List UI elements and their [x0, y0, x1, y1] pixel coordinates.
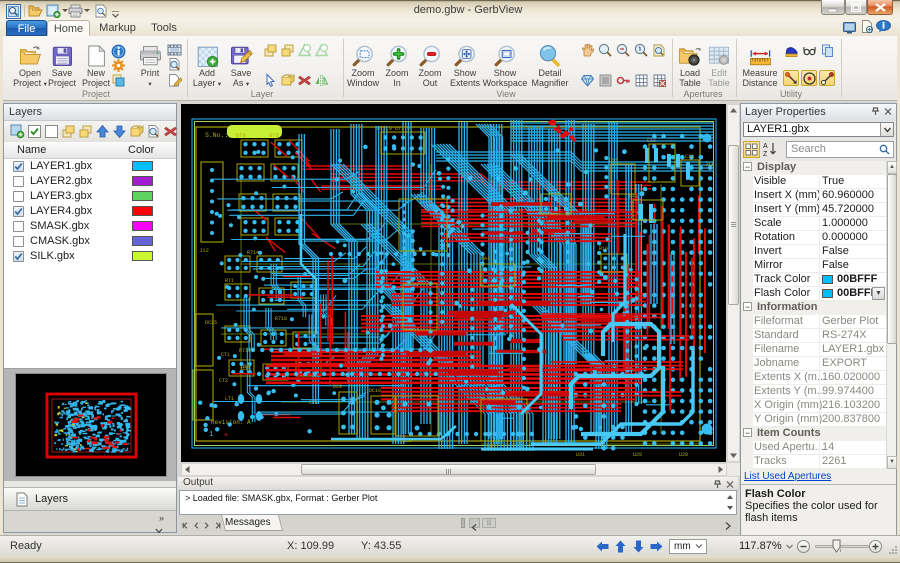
svg-text:S.No.:: S.No.: — [205, 132, 228, 139]
svg-text:U29: U29 — [633, 452, 642, 458]
svg-text:DC9: DC9 — [333, 384, 342, 390]
svg-text:U31: U31 — [576, 452, 585, 458]
svg-text:R714: R714 — [247, 250, 259, 256]
svg-text:CT2: CT2 — [219, 378, 228, 384]
svg-text:R10: R10 — [599, 246, 608, 252]
svg-text:U28: U28 — [679, 452, 688, 458]
svg-text:C13: C13 — [685, 154, 694, 160]
svg-text:1: 1 — [209, 431, 213, 439]
svg-text:DT1.0 DT1.0: DT1.0 DT1.0 — [377, 126, 410, 132]
svg-text:DT6: DT6 — [236, 132, 246, 139]
svg-text:U53: U53 — [241, 364, 250, 370]
svg-text:C16: C16 — [647, 138, 656, 144]
svg-text:R43: R43 — [629, 194, 638, 200]
svg-text:R71: R71 — [225, 278, 234, 284]
svg-text:C15: C15 — [609, 158, 618, 164]
svg-text:J12: J12 — [199, 247, 209, 254]
svg-text:Z: Z — [763, 151, 768, 157]
svg-text:CT1: CT1 — [221, 352, 230, 358]
svg-text:DC25: DC25 — [205, 320, 217, 326]
svg-text:RA1: RA1 — [481, 256, 490, 262]
svg-text:+: + — [224, 432, 228, 440]
svg-text:J11: J11 — [705, 162, 714, 168]
svg-text:R718: R718 — [275, 316, 287, 322]
svg-text:DT5: DT5 — [269, 132, 279, 139]
svg-text:DC10: DC10 — [369, 388, 381, 394]
svg-text:A: A — [763, 143, 768, 150]
